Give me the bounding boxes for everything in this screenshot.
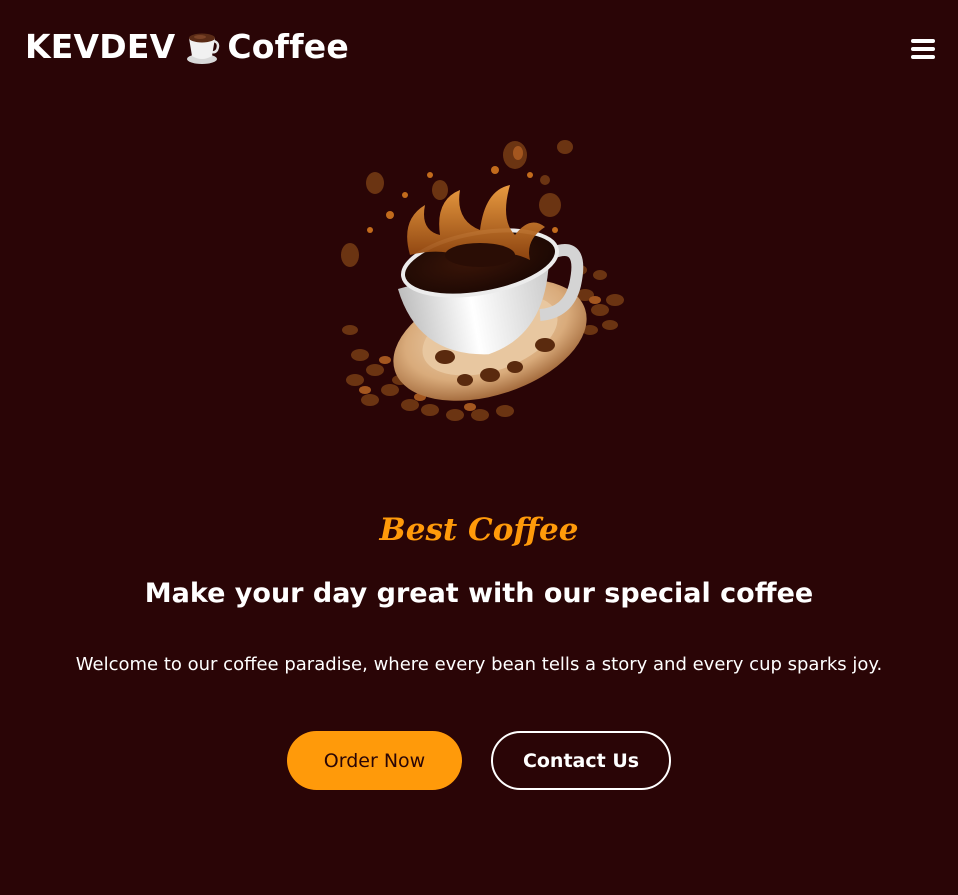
menu-bar [911, 39, 935, 43]
hamburger-menu-icon[interactable] [911, 39, 935, 60]
coffee-cup-icon [184, 26, 220, 66]
brand-name-second: Coffee [227, 26, 349, 66]
menu-bar [911, 55, 935, 59]
hero-tagline: Best Coffee [379, 512, 579, 548]
menu-bar [911, 47, 935, 51]
contact-us-button[interactable]: Contact Us [491, 731, 671, 790]
hero-description: Welcome to our coffee paradise, where ev… [75, 654, 883, 675]
site-header: KEVDEV Coffee [0, 0, 958, 100]
order-now-button[interactable]: Order Now [287, 731, 462, 790]
brand-logo[interactable]: KEVDEV Coffee [25, 26, 349, 66]
hero-headline: Make your day great with our special cof… [144, 578, 814, 609]
brand-name-first: KEVDEV [25, 26, 176, 66]
hero-coffee-image [330, 135, 630, 435]
